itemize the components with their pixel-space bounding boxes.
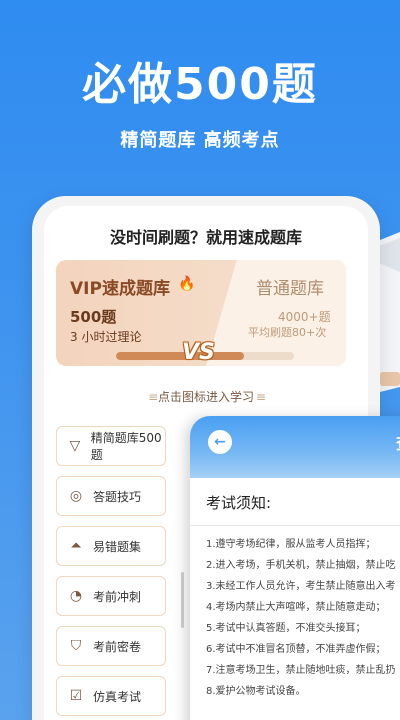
notice-rule: 1.遵守考场纪律，服从监考人员指挥；	[206, 539, 376, 550]
vip-bank-count: 500题	[70, 308, 117, 326]
normal-bank-count: 4000+题	[278, 310, 331, 324]
notice-header-title: 查	[396, 430, 400, 454]
notice-rule: 6.考试中不准冒名顶替，不准弄虚作假；	[206, 644, 386, 655]
hint-deco-right: ≡	[254, 390, 266, 404]
menu-item-label: 考前冲刺	[93, 589, 142, 604]
vip-bank-title: VIP速成题库	[70, 279, 170, 299]
checklist-icon: ☑	[69, 688, 83, 704]
vip-bank-desc: 3 小时过理论	[70, 330, 142, 344]
menu-item-error-prone[interactable]: ⏶ 易错题集	[56, 526, 166, 566]
menu-item-label: 精简题库500题	[90, 431, 162, 462]
menu-item-label: 答题技巧	[93, 489, 142, 504]
notice-header: ← 查	[190, 416, 400, 478]
vs-label: VS	[182, 340, 215, 365]
scrollbar[interactable]	[181, 572, 184, 628]
headline: 必做500题	[82, 59, 318, 110]
menu-item-answer-tips[interactable]: ◎ 答题技巧	[56, 476, 166, 516]
shield-icon: ⛉	[70, 638, 82, 654]
hint-deco-left: ≡	[148, 390, 158, 404]
learn-hint: ≡ 点击图标进入学习 ≡	[44, 388, 368, 405]
comparison-progress-fill	[116, 352, 245, 360]
notice-rule: 7.注意考场卫生，禁止随地吐痰，禁止乱扔	[206, 665, 396, 676]
menu-item-condensed-bank[interactable]: ▽ 精简题库500题	[56, 426, 166, 466]
study-menu: ▽ 精简题库500题 ◎ 答题技巧 ⏶ 易错题集 ◔ 考前冲刺 ⛉ 考前密卷 ☑…	[56, 426, 166, 720]
menu-item-label: 易错题集	[93, 539, 142, 554]
menu-item-label: 仿真考试	[93, 689, 142, 704]
normal-bank-title: 普通题库	[256, 279, 324, 299]
lightbulb-icon: ◎	[69, 488, 83, 504]
notice-title: 考试须知:	[206, 494, 272, 512]
alarm-icon: ⏶	[70, 538, 82, 554]
subline: 精简题库 高频考点	[120, 130, 280, 151]
notice-card: ← 查 考试须知: 1.遵守考场纪律，服从监考人员指挥； 2.进入考场，手机关机…	[190, 416, 400, 720]
divider	[190, 525, 400, 526]
menu-item-sprint[interactable]: ◔ 考前冲刺	[56, 576, 166, 616]
menu-item-mock-exam[interactable]: ☑ 仿真考试	[56, 676, 166, 716]
normal-bank-desc: 平均刷题80+次	[248, 326, 327, 339]
hint-text: 点击图标进入学习	[157, 390, 254, 404]
menu-item-label: 考前密卷	[93, 639, 142, 654]
back-arrow-icon[interactable]: ←	[208, 430, 232, 454]
notice-rule: 3.未经工作人员允许，考生禁止随意出入考	[206, 581, 396, 592]
notice-rule: 4.考场内禁止大声喧哗，禁止随意走动；	[206, 602, 386, 613]
gauge-icon: ◔	[69, 588, 83, 604]
notice-rule: 5.考试中认真答题，不准交头接耳；	[206, 623, 366, 634]
funnel-icon: ▽	[69, 438, 81, 454]
notice-body: 考试须知: 1.遵守考场纪律，服从监考人员指挥； 2.进入考场，手机关机，禁止抽…	[190, 478, 400, 720]
flame-icon: 🔥	[178, 276, 196, 292]
menu-item-secret-paper[interactable]: ⛉ 考前密卷	[56, 626, 166, 666]
notice-rule: 8.爱护公物考试设备。	[206, 686, 306, 697]
screen-title: 没时间刷题？就用速成题库	[109, 228, 302, 247]
notice-rule: 2.进入考场，手机关机，禁止抽烟，禁止吃	[206, 560, 396, 571]
